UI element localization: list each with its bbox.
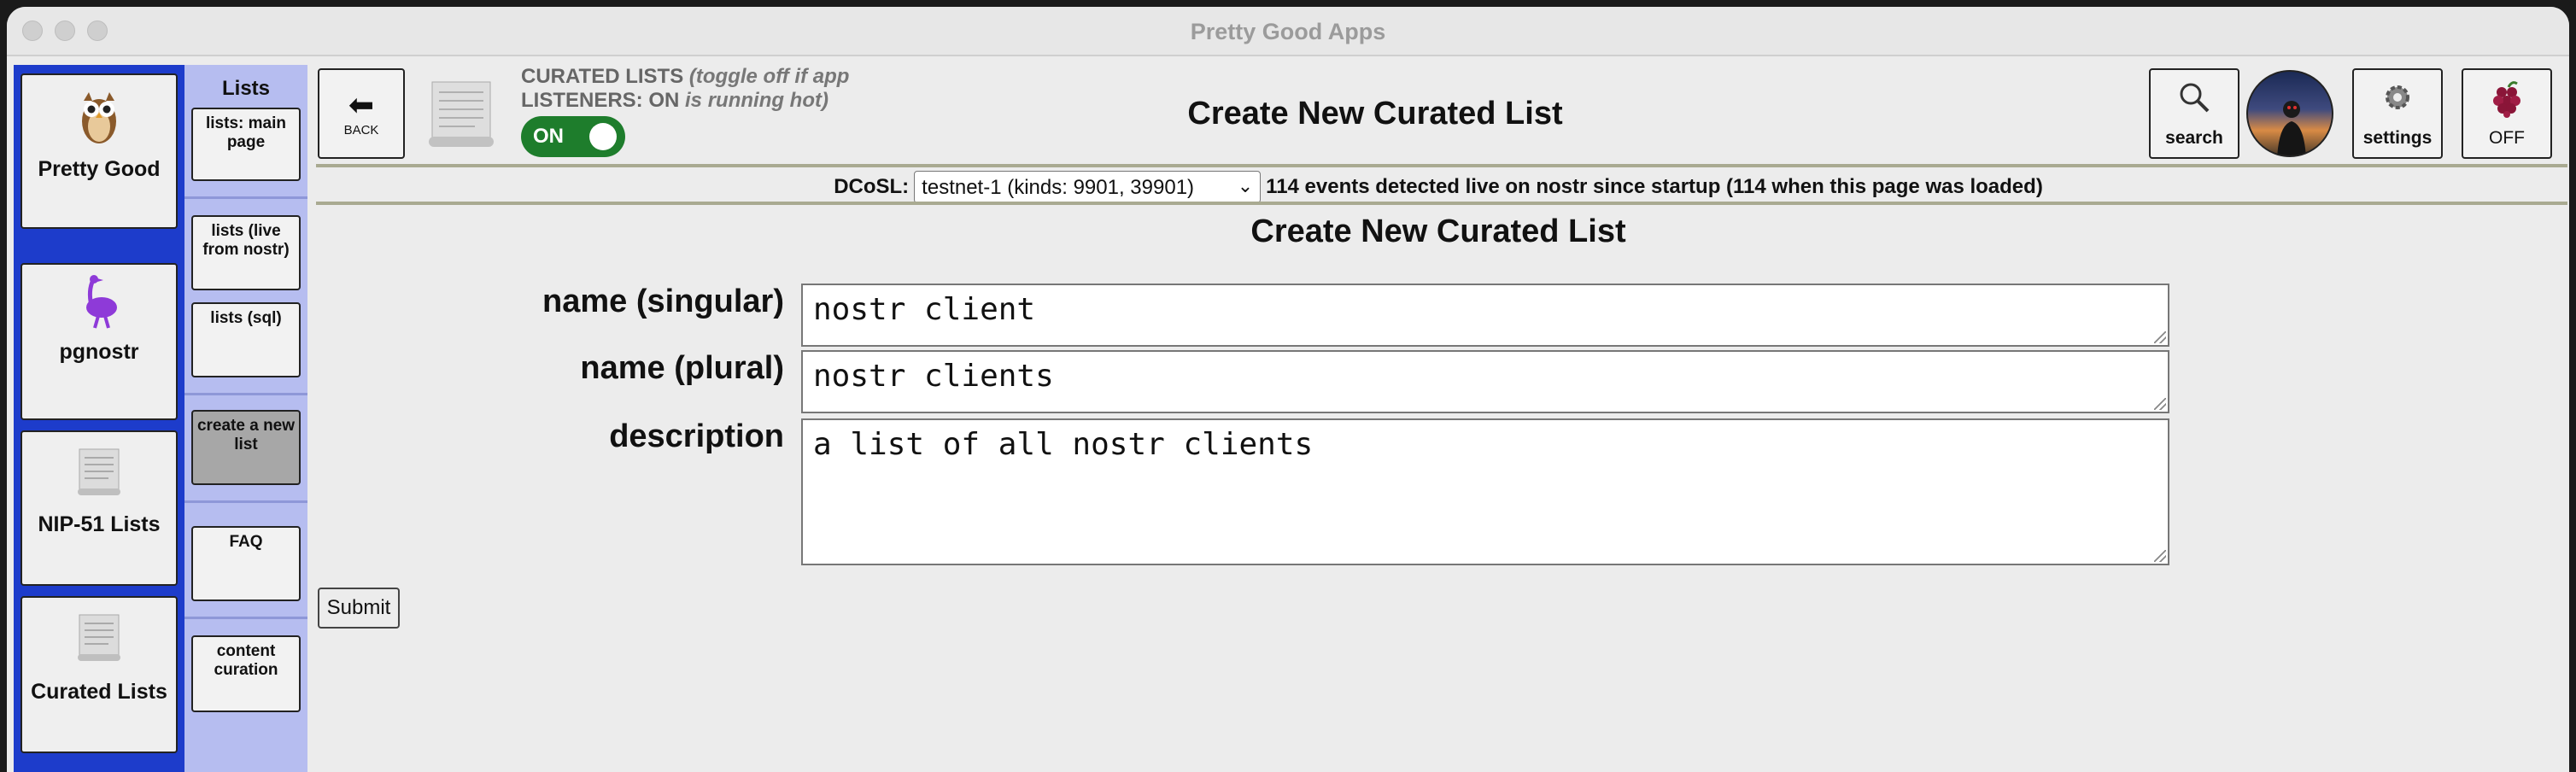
subnav-title: Lists (221, 77, 270, 100)
resize-handle[interactable] (2154, 550, 2166, 562)
subnav-item-live-from-nostr[interactable]: lists (live from nostr) (191, 215, 301, 290)
app-window: Pretty Good Apps Pretty Good pgnostr NIP… (7, 7, 2569, 772)
submit-button[interactable]: Submit (318, 588, 400, 629)
back-button[interactable]: ⬅ BACK (318, 68, 405, 159)
listeners-line2-note: is running hot) (685, 89, 828, 112)
search-label: search (2165, 128, 2223, 148)
resize-handle[interactable] (2154, 398, 2166, 410)
settings-button[interactable]: settings (2352, 68, 2443, 159)
search-button[interactable]: search (2149, 68, 2239, 159)
title-bar: Pretty Good Apps (7, 7, 2569, 56)
ostrich-icon (22, 273, 176, 334)
subnav-item-content-curation[interactable]: content curation (191, 635, 301, 712)
name-plural-label: name (plural) (580, 350, 784, 386)
form-title: Create New Curated List (1250, 213, 1626, 249)
dcosl-label: DCoSL: (834, 175, 910, 198)
dcosl-status: 114 events detected live on nostr since … (1266, 175, 2043, 198)
toggle-knob (589, 123, 617, 150)
subnav-item-create-new-list[interactable]: create a new list (191, 410, 301, 485)
app-label: Pretty Good (38, 157, 161, 181)
app-nip51-lists[interactable]: NIP-51 Lists (20, 430, 178, 586)
avatar[interactable] (2246, 70, 2333, 157)
listeners-line2: LISTENERS: ON (521, 89, 680, 112)
divider (316, 202, 2567, 205)
name-singular-label: name (singular) (542, 284, 784, 319)
description-label: description (609, 418, 784, 454)
app-curated-lists[interactable]: Curated Lists (20, 596, 178, 753)
dcosl-bar: DCoSL: testnet-1 (kinds: 9901, 39901) ⌄ 114… (307, 171, 2569, 205)
name-plural-value: nostr clients (813, 359, 1054, 394)
divider (184, 196, 307, 199)
scroll-icon (22, 611, 176, 667)
subnav-item-sql[interactable]: lists (sql) (191, 302, 301, 377)
app-pgnostr[interactable]: pgnostr (20, 263, 178, 420)
description-value: a list of all nostr clients (813, 427, 1314, 462)
page-title: Create New Curated List (1187, 96, 1563, 132)
owl-icon (22, 91, 176, 149)
resize-handle[interactable] (2154, 331, 2166, 343)
subnav-item-faq[interactable]: FAQ (191, 526, 301, 601)
app-label: pgnostr (59, 340, 139, 364)
app-sidebar: Pretty Good pgnostr NIP-51 Lists Curated… (14, 65, 184, 772)
subnav-item-main-page[interactable]: lists: main page (191, 108, 301, 181)
listeners-status: CURATED LISTS (toggle off if app LISTENE… (521, 65, 849, 113)
arrow-left-icon: ⬅ (348, 87, 375, 122)
chevron-down-icon: ⌄ (1237, 175, 1254, 196)
scroll-icon (425, 77, 497, 150)
app-pretty-good[interactable]: Pretty Good (20, 73, 178, 229)
back-label: BACK (343, 123, 379, 137)
window-title: Pretty Good Apps (1190, 19, 1386, 44)
description-field[interactable]: a list of all nostr clients (801, 418, 2169, 565)
lists-subnav: Lists lists: main page lists (live from … (184, 65, 307, 772)
grapes-off-button[interactable]: OFF (2462, 68, 2552, 159)
listeners-line1: CURATED LISTS (521, 65, 684, 88)
settings-label: settings (2362, 128, 2433, 148)
search-icon (2151, 80, 2238, 123)
divider (184, 500, 307, 503)
gear-icon (2354, 80, 2441, 123)
name-singular-value: nostr client (813, 292, 1036, 327)
listeners-toggle[interactable]: ON (521, 116, 625, 157)
app-label: Curated Lists (31, 680, 167, 704)
app-label: NIP-51 Lists (38, 512, 161, 536)
divider (184, 393, 307, 395)
off-label: OFF (2489, 128, 2525, 148)
dcosl-selected: testnet-1 (kinds: 9901, 39901) (922, 175, 1195, 199)
name-singular-field[interactable]: nostr client (801, 284, 2169, 347)
toggle-label: ON (533, 125, 564, 148)
name-plural-field[interactable]: nostr clients (801, 350, 2169, 413)
grapes-icon (2463, 80, 2550, 126)
divider (316, 164, 2567, 167)
dcosl-select[interactable]: testnet-1 (kinds: 9901, 39901) ⌄ (914, 171, 1262, 203)
listeners-line1-note: (toggle off if app (688, 65, 850, 88)
main-panel: ⬅ BACK CURATED LISTS (toggle off if app … (307, 65, 2569, 772)
divider (184, 617, 307, 619)
scroll-icon (22, 446, 176, 501)
